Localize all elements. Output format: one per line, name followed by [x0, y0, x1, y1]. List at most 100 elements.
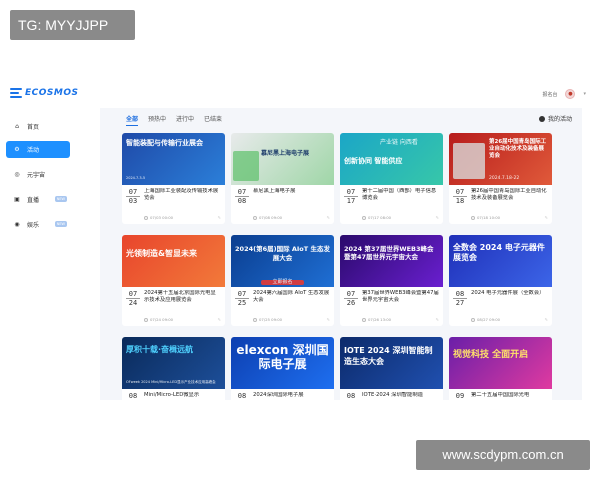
event-card[interactable]: 第26届中国青岛国际工业自动化技术及装备展览会 2024.7.18-22 07 … [449, 133, 552, 224]
my-events-link[interactable]: 我的活动 [538, 114, 572, 123]
banner-headline: 创新协同 智能供应 [344, 157, 403, 165]
event-card[interactable]: 全数会 2024 电子元器件展览会 08 27 2024 电子元器件展（全数会）… [449, 235, 552, 326]
clock-icon [253, 317, 257, 322]
event-banner: 智能装配与传输行业展会 2024.7.3-5 [122, 133, 225, 185]
event-card[interactable]: 慕尼黑上海电子展 07 08 慕尼黑上海电子展 07/08 09:00 ✎ [231, 133, 334, 224]
event-time: 07/08 09:00 [253, 215, 282, 220]
logo[interactable]: ECOSMOS [10, 88, 78, 98]
top-bar: ECOSMOS 报名台 ● ▾ [0, 80, 600, 108]
sidebar-item-label: 首页 [27, 124, 40, 131]
event-date: 07 24 [126, 290, 140, 308]
banner-headline: 全数会 2024 电子元器件展览会 [453, 243, 545, 262]
sidebar-item-live[interactable]: ▣ 直播 NEW [6, 191, 70, 208]
event-banner: 2024(第6届)国际 AIoT 生态发展大会 立即报名 [231, 235, 334, 287]
event-date: 07 25 [235, 290, 249, 308]
banner-headline: 光领制造&智显未来 [126, 249, 197, 258]
clock-icon [253, 215, 257, 220]
clock-icon [471, 215, 475, 220]
clock-icon [362, 317, 366, 322]
sidebar-item-home[interactable]: ⌂ 首页 [6, 118, 70, 135]
register-badge[interactable]: 立即报名 [261, 280, 304, 285]
tab-ongoing[interactable]: 进行中 [176, 114, 194, 126]
chevron-down-icon[interactable]: ▾ [583, 91, 586, 97]
banner-headline: 视觉科技 全面开启 [453, 350, 529, 360]
event-card[interactable]: 2024(第6届)国际 AIoT 生态发展大会 立即报名 07 25 2024第… [231, 235, 334, 326]
event-banner: 2024 第37届世界WEB3峰会 暨第47届世界元宇宙大会 [340, 235, 443, 287]
main-content: 全部 预热中 进行中 已结束 我的活动 智能装配与传输行业展会 2024.7.3… [100, 108, 582, 400]
edit-icon[interactable]: ✎ [545, 317, 548, 322]
watermark-bottom: www.scdypm.com.cn [416, 440, 590, 470]
clock-icon [471, 317, 475, 322]
my-events-label: 我的活动 [547, 116, 572, 123]
banner-graphic [233, 151, 259, 181]
event-banner: IOTE 2024 深圳智能制造生态大会 [340, 337, 443, 389]
event-title: 2024第十五届北京国际光电显示技术及应用展览会 [144, 290, 216, 303]
event-banner: elexcon 深圳国际电子展 [231, 337, 334, 389]
edit-icon[interactable]: ✎ [327, 317, 330, 322]
event-time: 07/25 09:00 [253, 317, 282, 322]
event-date: 07 17 [344, 188, 358, 206]
event-title: Mini/Micro-LED微显示 [144, 392, 200, 398]
edit-icon[interactable]: ✎ [436, 317, 439, 322]
edit-icon[interactable]: ✎ [218, 215, 221, 220]
app-window: ECOSMOS 报名台 ● ▾ ⌂ 首页 ⚙ 活动 ◎ 元宇宙 ▣ 直播 NEW… [0, 80, 600, 400]
event-time: 07/17 08:00 [362, 215, 391, 220]
banner-graphic [453, 143, 485, 179]
event-title: 第十二届中国（西部）电子信息博览会 [362, 188, 437, 201]
event-banner: 光领制造&智显未来 [122, 235, 225, 287]
clock-icon [144, 215, 148, 220]
event-title: 上海国际工业装配及传输技术展览会 [144, 188, 219, 201]
banner-headline: 2024(第6届)国际 AIoT 生态发展大会 [235, 245, 330, 262]
sidebar-item-label: 娱乐 [27, 222, 40, 229]
edit-icon[interactable]: ✎ [327, 215, 330, 220]
event-card[interactable]: 智能装配与传输行业展会 2024.7.3-5 07 03 上海国际工业装配及传输… [122, 133, 225, 224]
event-time: 07/03 00:00 [144, 215, 173, 220]
event-title: 第37届世界WEB3峰会暨第47届世界元宇宙大会 [362, 290, 439, 303]
gear-icon: ⚙ [14, 146, 20, 153]
globe-icon: ◎ [14, 171, 20, 178]
avatar[interactable]: ● [565, 89, 576, 99]
event-title: 2024深圳国际电子展 [253, 392, 304, 398]
event-date: 07 03 [126, 188, 140, 206]
user-icon [538, 115, 545, 122]
sidebar-item-metaverse[interactable]: ◎ 元宇宙 [6, 166, 70, 183]
new-badge: NEW [54, 221, 67, 227]
tab-upcoming[interactable]: 预热中 [148, 114, 166, 126]
event-card[interactable]: 光领制造&智显未来 07 24 2024第十五届北京国际光电显示技术及应用展览会… [122, 235, 225, 326]
event-card[interactable]: 厚积十载·奋楫远航 OFweek 2024 Mini/Micro-LED显示产业… [122, 337, 225, 400]
sidebar-item-events[interactable]: ⚙ 活动 [6, 141, 70, 158]
banner-subtext: 2024.7.3-5 [126, 176, 146, 180]
sidebar-item-entertainment[interactable]: ◉ 娱乐 NEW [6, 216, 70, 233]
event-date: 07 08 [235, 188, 249, 206]
header-link-signup[interactable]: 报名台 [542, 91, 557, 98]
edit-icon[interactable]: ✎ [436, 215, 439, 220]
tab-all[interactable]: 全部 [126, 114, 139, 126]
event-banner: 全数会 2024 电子元器件展览会 [449, 235, 552, 287]
banner-subtext: OFweek 2024 Mini/Micro-LED显示产业技术应用高峰会 [126, 380, 216, 384]
banner-headline: 慕尼黑上海电子展 [261, 150, 310, 157]
header-actions: 报名台 ● ▾ [542, 89, 586, 99]
event-title: 慕尼黑上海电子展 [253, 188, 296, 194]
event-card[interactable]: IOTE 2024 深圳智能制造生态大会 08 IOTE·2024 深圳智能制造 [340, 337, 443, 400]
event-card[interactable]: 产业链 向西看 创新协同 智能供应 07 17 第十二届中国（西部）电子信息博览… [340, 133, 443, 224]
event-date: 07 18 [453, 188, 467, 206]
event-banner: 慕尼黑上海电子展 [231, 133, 334, 185]
event-time: 07/24 09:00 [144, 317, 173, 322]
event-card[interactable]: 2024 第37届世界WEB3峰会 暨第47届世界元宇宙大会 07 26 第37… [340, 235, 443, 326]
filter-tabs: 全部 预热中 进行中 已结束 [126, 114, 222, 126]
edit-icon[interactable]: ✎ [545, 215, 548, 220]
event-title: 第26届中国青岛国际工业自动化技术及装备展览会 [471, 188, 547, 201]
event-card[interactable]: 视觉科技 全面开启 09 第二十五届中国国际光电 [449, 337, 552, 400]
clock-icon [362, 215, 366, 220]
edit-icon[interactable]: ✎ [218, 317, 221, 322]
sidebar: ⌂ 首页 ⚙ 活动 ◎ 元宇宙 ▣ 直播 NEW ◉ 娱乐 NEW [0, 108, 76, 400]
event-date: 08 27 [453, 290, 467, 308]
event-date: 09 [453, 392, 467, 400]
event-card[interactable]: elexcon 深圳国际电子展 08 2024深圳国际电子展 [231, 337, 334, 400]
logo-text: ECOSMOS [25, 88, 79, 98]
event-banner: 视觉科技 全面开启 [449, 337, 552, 389]
tab-ended[interactable]: 已结束 [204, 114, 222, 126]
event-banner: 产业链 向西看 创新协同 智能供应 [340, 133, 443, 185]
banner-headline: 智能装配与传输行业展会 [126, 139, 203, 147]
sidebar-item-label: 直播 [27, 197, 40, 204]
